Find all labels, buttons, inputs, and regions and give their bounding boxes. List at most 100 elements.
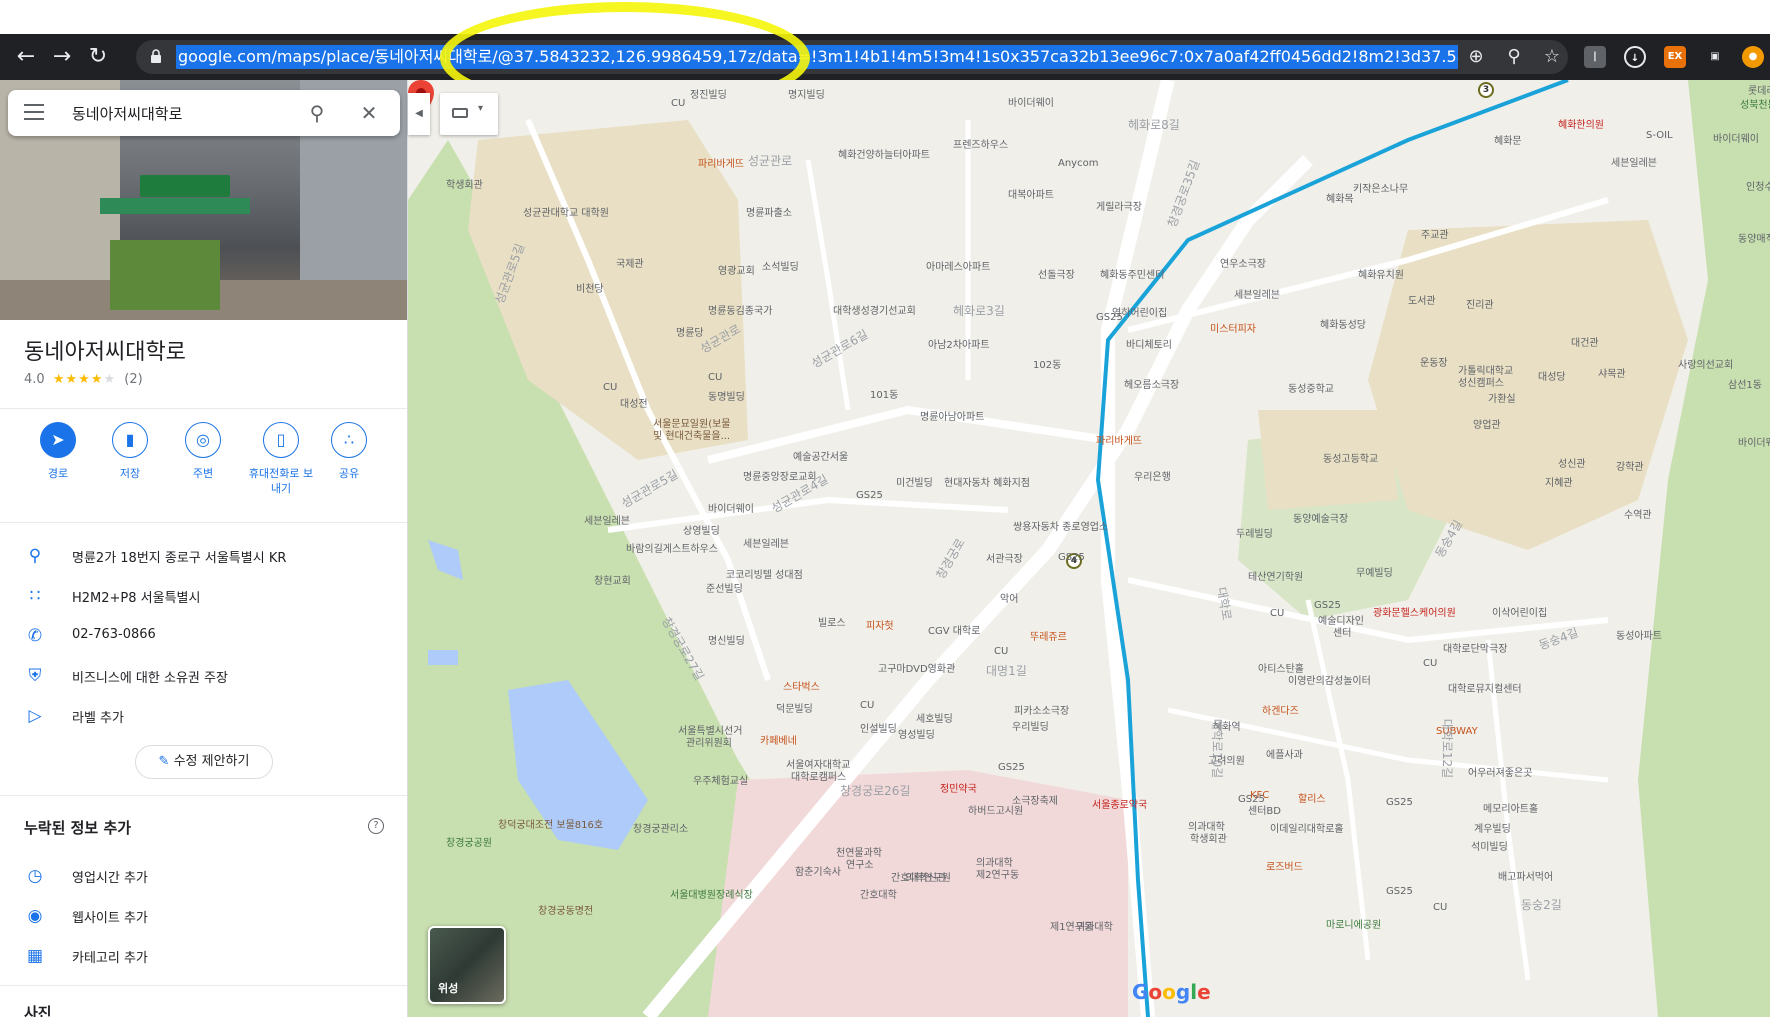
- map-poi-label[interactable]: 영성빌딩: [898, 726, 935, 741]
- map-poi-label[interactable]: 덕문빌딩: [776, 700, 813, 715]
- map-poi-label[interactable]: 명신빌딩: [708, 632, 745, 647]
- shield-extension-icon[interactable]: ●: [1742, 46, 1764, 68]
- map-poi-label[interactable]: 혜화동주민센터: [1100, 266, 1164, 281]
- map-poi-label[interactable]: 강학관: [1616, 458, 1644, 473]
- map-poi-label[interactable]: 성균관로: [748, 152, 792, 169]
- add-website-row[interactable]: ◉ 웹사이트 추가: [0, 895, 407, 935]
- map-poi-label[interactable]: 대성당: [1538, 368, 1566, 383]
- map-poi-label[interactable]: 바이더웨이: [1008, 94, 1054, 109]
- map-poi-label[interactable]: GS25: [1096, 312, 1123, 323]
- map-poi-label[interactable]: 학생회관: [446, 176, 483, 191]
- review-count[interactable]: (2): [124, 372, 142, 387]
- map-poi-label[interactable]: 운동장: [1420, 354, 1448, 369]
- map-poi-label[interactable]: 대학로캠퍼스: [791, 768, 846, 783]
- keyboard-button[interactable]: ▾: [440, 93, 498, 135]
- address-row[interactable]: ⚲ 명륜2가 18번지 종로구 서울특별시 KR: [0, 535, 407, 575]
- map-poi-label[interactable]: 혜화건양하늘터아파트: [838, 146, 930, 161]
- map-poi-label[interactable]: 창경궁로26길: [840, 782, 910, 799]
- map-poi-label[interactable]: 소석빌딩: [762, 258, 799, 273]
- map-poi-label[interactable]: 명륜아남아파트: [920, 408, 984, 423]
- map-poi-label[interactable]: 아마레스아파트: [926, 258, 990, 273]
- reader-icon[interactable]: ▣: [1704, 46, 1726, 68]
- map-poi-label[interactable]: 스타벅스: [783, 678, 820, 693]
- map-poi-label[interactable]: 뚜레쥬르: [1030, 628, 1067, 643]
- map-poi-label[interactable]: 성균관대학교 대학원: [523, 204, 609, 219]
- map-poi-label[interactable]: 준선빌딩: [706, 580, 743, 595]
- map-poi-label[interactable]: 성신캠퍼스: [1458, 374, 1504, 389]
- map-poi-label[interactable]: 대성전: [620, 395, 648, 410]
- map-poi-label[interactable]: 피자헛: [866, 617, 894, 632]
- map-canvas[interactable]: 3 4 Google CU 정진빌딩 명지빌딩 바이더웨이 헤화로8길 파리바게뜨 성균관로…: [408, 80, 1770, 1017]
- map-poi-label[interactable]: 세븐일레븐: [1234, 286, 1280, 301]
- map-poi-label[interactable]: GS25: [1386, 797, 1413, 808]
- map-poi-label[interactable]: 학생회관: [1190, 830, 1227, 845]
- map-poi-label[interactable]: CU: [1433, 902, 1447, 913]
- map-poi-label[interactable]: 창경궁공원: [446, 834, 492, 849]
- map-poi-label[interactable]: 명륜동김종국가: [708, 302, 772, 317]
- map-poi-label[interactable]: 샤목관: [1598, 365, 1626, 380]
- map-poi-label[interactable]: 대학로단막극장: [1443, 640, 1507, 655]
- download-icon[interactable]: ↓: [1624, 46, 1646, 68]
- map-poi-label[interactable]: CU: [1423, 658, 1437, 669]
- map-poi-label[interactable]: 비천당: [576, 280, 604, 295]
- map-poi-label[interactable]: 우리빌딩: [1012, 718, 1049, 733]
- suggest-edit-button[interactable]: ✎ 수정 제안하기: [135, 745, 273, 779]
- map-poi-label[interactable]: 대학생성경기선교회: [833, 302, 916, 317]
- map-poi-label[interactable]: 대명1길: [986, 662, 1027, 679]
- zoom-icon[interactable]: ⚲: [1503, 46, 1525, 68]
- map-poi-label[interactable]: 아남2차아파트: [928, 336, 990, 351]
- map-poi-label[interactable]: 두레빌딩: [1236, 525, 1273, 540]
- map-poi-label[interactable]: 명지빌딩: [788, 86, 825, 101]
- map-poi-label[interactable]: 관리위원회: [686, 734, 732, 749]
- map-poi-label[interactable]: GS25: [856, 490, 883, 501]
- claim-business-row[interactable]: ⛨ 비즈니스에 대한 소유권 주장: [0, 655, 407, 695]
- nearby-button[interactable]: ◎ 주변: [168, 422, 238, 481]
- map-poi-label[interactable]: 동성중학교: [1288, 380, 1334, 395]
- map-poi-label[interactable]: GS25: [1386, 886, 1413, 897]
- map-poi-label[interactable]: 쌍용자동차 종로영업소: [1013, 518, 1108, 533]
- map-poi-label[interactable]: 무예빌딩: [1356, 564, 1393, 579]
- map-poi-label[interactable]: 수역관: [1624, 506, 1652, 521]
- map-poi-label[interactable]: 의과대학: [1076, 918, 1113, 933]
- map-poi-label[interactable]: 동성고등학교: [1323, 450, 1378, 465]
- map-poi-label[interactable]: 악어: [1000, 590, 1018, 605]
- map-poi-label[interactable]: 제2연구동: [976, 866, 1019, 881]
- map-poi-label[interactable]: 혜화동성당: [1320, 316, 1366, 331]
- map-poi-label[interactable]: 인청수: [1746, 178, 1770, 193]
- map-poi-label[interactable]: 동성아파트: [1616, 627, 1662, 642]
- address-bar[interactable]: google.com/maps/place/동네아저씨대학로/@37.58432…: [136, 40, 1568, 74]
- map-poi-label[interactable]: 고구마DVD영화관: [878, 660, 955, 675]
- map-poi-label[interactable]: 대학로뮤지컬센터: [1448, 680, 1522, 695]
- map-poi-label[interactable]: 삼선1동: [1728, 376, 1762, 391]
- map-poi-label[interactable]: 롯데리아: [1748, 82, 1770, 97]
- add-category-row[interactable]: ▦ 카테고리 추가: [0, 935, 407, 975]
- map-poi-label[interactable]: 대복아파트: [1008, 186, 1054, 201]
- map-poi-label[interactable]: 바디체토리: [1126, 336, 1172, 351]
- map-poi-label[interactable]: 센터: [1333, 624, 1351, 639]
- map-poi-label[interactable]: 헤화로3길: [953, 302, 1005, 319]
- map-poi-label[interactable]: CU: [994, 646, 1008, 657]
- map-poi-label[interactable]: 코코리빙텔 성대점: [726, 566, 803, 581]
- map-poi-label[interactable]: 동숭2길: [1521, 896, 1562, 913]
- map-poi-label[interactable]: GS25: [998, 762, 1025, 773]
- map-poi-label[interactable]: 바이더웨이: [1738, 434, 1770, 449]
- map-poi-label[interactable]: 서울대병원장례식장: [670, 886, 753, 901]
- map-poi-label[interactable]: 할리스: [1298, 790, 1326, 805]
- map-poi-label[interactable]: CU: [1270, 608, 1284, 619]
- map-poi-label[interactable]: 사랑의선교회: [1678, 356, 1733, 371]
- map-poi-label[interactable]: 이데일리대학로홀: [1270, 820, 1344, 835]
- map-poi-label[interactable]: 우리은행: [1134, 468, 1171, 483]
- phone-row[interactable]: ✆ 02-763-0866: [0, 615, 407, 655]
- map-poi-label[interactable]: CU: [708, 372, 722, 383]
- map-poi-label[interactable]: 102동: [1033, 356, 1061, 371]
- map-poi-label[interactable]: 의학연구원: [905, 869, 951, 884]
- map-poi-label[interactable]: 선돌극장: [1038, 266, 1075, 281]
- map-poi-label[interactable]: 지혜관: [1545, 474, 1573, 489]
- map-poi-label[interactable]: 진리관: [1466, 296, 1494, 311]
- help-icon[interactable]: ?: [368, 818, 384, 834]
- map-poi-label[interactable]: 파리바게뜨: [698, 155, 744, 170]
- map-poi-label[interactable]: 정진빌딩: [690, 86, 727, 101]
- add-circle-icon[interactable]: ⊕: [1465, 46, 1487, 68]
- map-poi-label[interactable]: GS25: [1238, 794, 1265, 805]
- directions-button[interactable]: ➤ 경로: [23, 422, 93, 481]
